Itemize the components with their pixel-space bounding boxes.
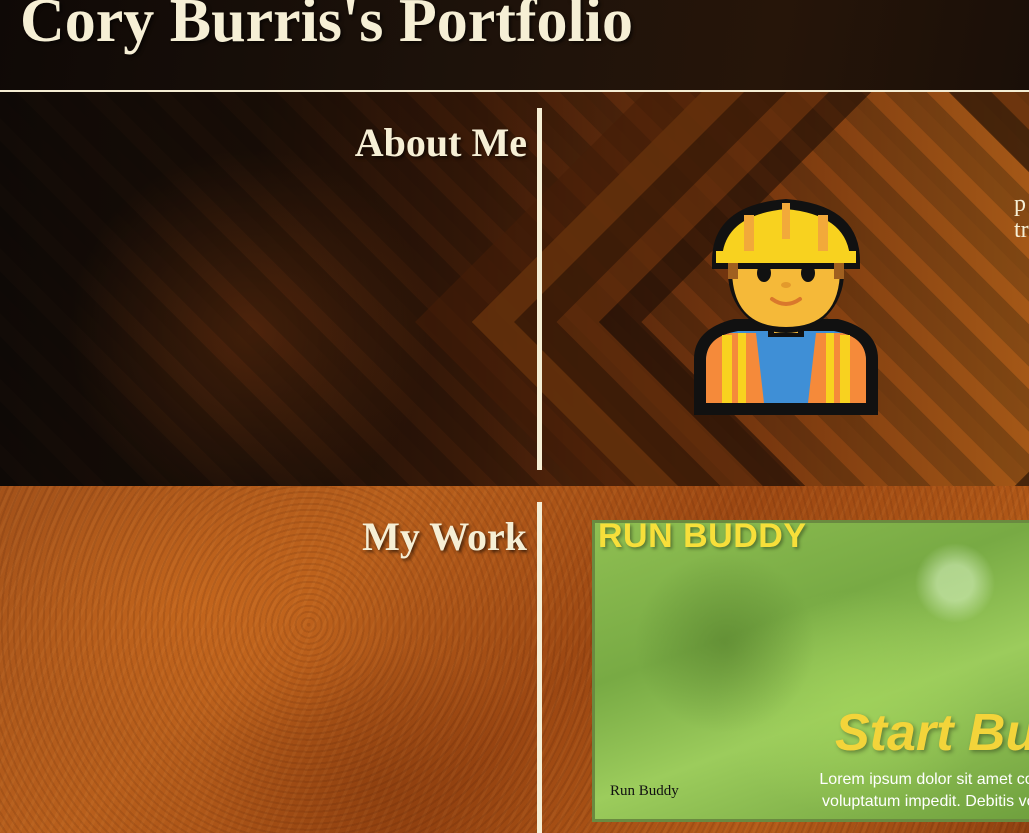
- project-description-line-1: Lorem ipsum dolor sit amet cons: [819, 771, 1029, 788]
- project-card-run-buddy[interactable]: RUN BUDDY Start Bu Lorem ipsum dolor sit…: [592, 520, 1029, 822]
- about-section: About Me p tr: [0, 92, 1029, 486]
- site-header: Cory Burris's Portfolio: [0, 0, 1029, 92]
- site-title: Cory Burris's Portfolio: [20, 0, 634, 55]
- project-hero-text: Start Bu: [835, 704, 1029, 762]
- work-section: My Work RUN BUDDY Start Bu Lorem ipsum d…: [0, 486, 1029, 833]
- work-heading: My Work: [362, 514, 527, 559]
- project-description: Lorem ipsum dolor sit amet cons voluptat…: [775, 769, 1029, 813]
- project-title: RUN BUDDY: [598, 520, 807, 555]
- about-text-line-2: tr: [1014, 217, 1029, 243]
- construction-worker-icon: [694, 199, 878, 415]
- project-description-line-2: voluptatum impedit. Debitis volu: [822, 793, 1029, 810]
- about-divider: [537, 108, 542, 470]
- work-divider: [537, 502, 542, 833]
- about-text-line-1: p: [1014, 191, 1026, 217]
- about-text: p tr: [1014, 191, 1029, 243]
- project-caption: Run Buddy: [610, 783, 679, 799]
- about-heading: About Me: [354, 120, 527, 165]
